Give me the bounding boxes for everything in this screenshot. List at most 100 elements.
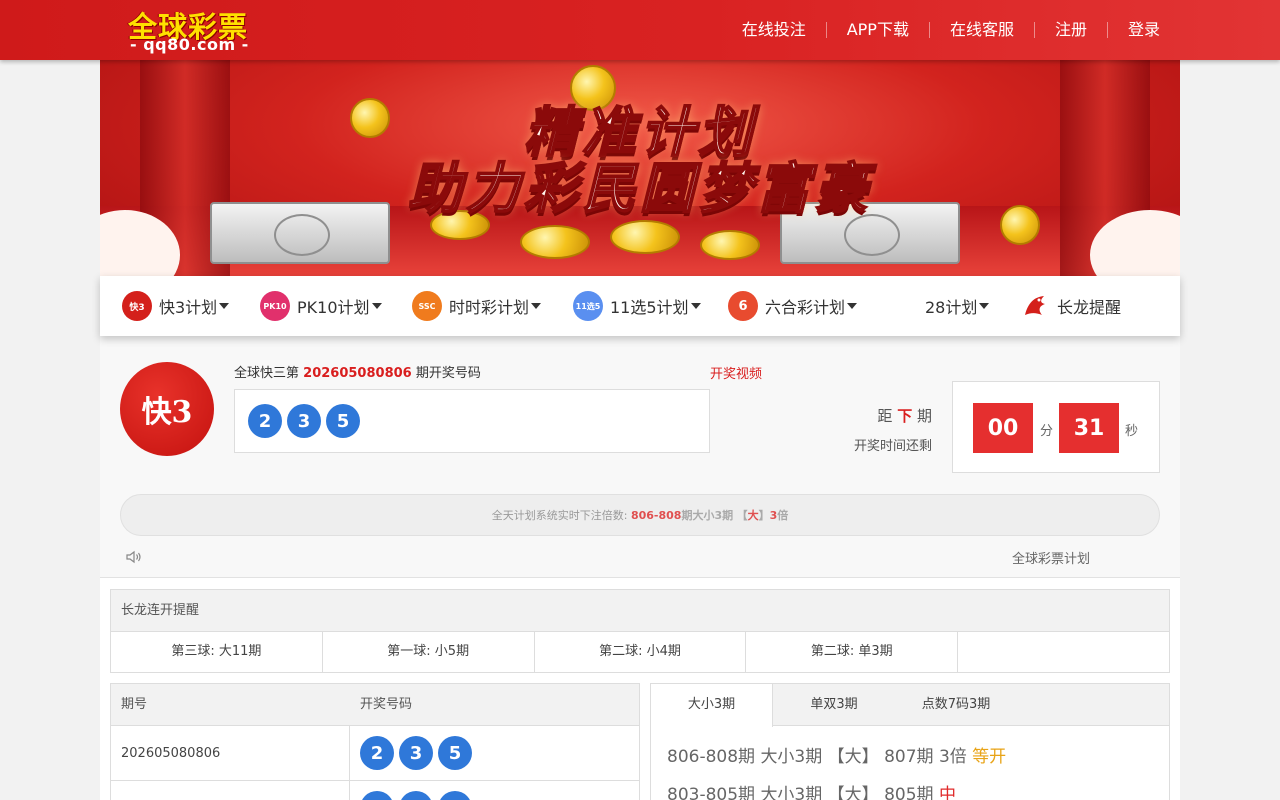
draw-period-number: 202605080806 [303, 366, 412, 381]
game-nav-dragon[interactable]: 长龙提醒 [1020, 276, 1121, 336]
nav-online-bet[interactable]: 在线投注 [722, 22, 826, 38]
game-nav-label: 28计划 [925, 298, 978, 317]
chevron-down-icon [847, 303, 858, 309]
plan-pick: 【大】 [827, 785, 879, 800]
tab-size-3[interactable]: 大小3期 [651, 684, 773, 727]
long-dragon-cell: 第三球: 大11期 [171, 644, 262, 659]
next-draw-mark: 下 [897, 407, 913, 425]
draw-title-prefix: 全球快三第 [234, 366, 300, 381]
history-ball: 5 [438, 736, 472, 770]
chevron-down-icon [531, 303, 542, 309]
table-header-period: 期号 [121, 697, 148, 712]
game-nav-28[interactable]: 28计划 [925, 276, 990, 336]
speaker-icon[interactable] [126, 549, 142, 564]
long-dragon-title: 长龙连开提醒 [111, 590, 1169, 632]
draw-panel: 快3 全球快三第 202605080806 期开奖号码 2 3 5 开奖视频 距… [100, 336, 1180, 578]
draw-history-table: 期号 开奖号码 202605080806 2 3 5 [110, 683, 640, 800]
nav-login[interactable]: 登录 [1106, 22, 1180, 38]
history-ball [399, 791, 433, 800]
notice-suffix: 倍 [777, 509, 789, 522]
next-draw-suffix: 期 [916, 407, 932, 425]
logo-domain: - qq80.com - [130, 35, 249, 54]
result-ball: 2 [248, 404, 282, 438]
plan-notice-bar: 全天计划系统实时下注倍数: 806-808期大小3期 【大】3倍 [120, 494, 1160, 536]
result-ball: 3 [287, 404, 321, 438]
draw-title: 全球快三第 202605080806 期开奖号码 [234, 362, 481, 381]
draw-result-box: 2 3 5 [234, 389, 710, 453]
tab-odd-even-3[interactable]: 单双3期 [781, 684, 887, 726]
chevron-down-icon [219, 303, 230, 309]
draw-title-suffix: 期开奖号码 [415, 366, 481, 381]
game-nav-label: 长龙提醒 [1057, 298, 1122, 317]
countdown-timer: 00 分 31 秒 [952, 381, 1160, 473]
countdown-seconds: 31 [1059, 403, 1119, 453]
long-dragon-cell: 第二球: 单3期 [745, 632, 957, 672]
banner-coin [610, 220, 680, 254]
game-nav-ssc[interactable]: SSC 时时彩计划 [412, 276, 542, 336]
plan-multiplier: 3倍 [938, 747, 967, 767]
11x5-icon: 11选5 [573, 291, 603, 321]
plan-current: 807期 [884, 747, 934, 767]
top-header: 全球彩票 - qq80.com - 在线投注 APP下载 在线客服 注册 登录 [0, 0, 1280, 60]
history-ball [360, 791, 394, 800]
plan-line: 806-808期 大小3期 【大】 807期 3倍 等开 [667, 742, 1006, 767]
plan-status: 中 [938, 785, 956, 800]
long-dragon-cell: 第一球: 小5期 [321, 632, 534, 672]
plan-status: 等开 [972, 747, 1007, 767]
next-draw-label: 距 下 期 [877, 405, 932, 426]
row-period: 202605080806 [121, 746, 221, 761]
countdown-seconds-unit: 秒 [1125, 424, 1139, 439]
pk10-icon: PK10 [260, 291, 290, 321]
long-dragon-cell [957, 632, 1169, 672]
game-nav-11x5[interactable]: 11选5 11选5计划 [573, 276, 701, 336]
history-ball [438, 791, 472, 800]
nav-online-service[interactable]: 在线客服 [928, 22, 1034, 38]
dragon-icon [1020, 291, 1050, 321]
notice-mid: 期大小3期 [681, 509, 734, 522]
result-ball: 5 [326, 404, 360, 438]
game-nav-label: 时时彩计划 [449, 298, 530, 317]
plan-source-label: 全球彩票计划 [1011, 552, 1090, 567]
history-ball: 3 [399, 736, 433, 770]
notice-bracket: 】 [758, 509, 770, 522]
plan-tabs-panel: 大小3期 单双3期 点数7码3期 806-808期 大小3期 【大】 807期 … [650, 683, 1170, 800]
plan-tabs: 大小3期 单双3期 点数7码3期 [651, 684, 1169, 727]
chevron-down-icon [371, 303, 382, 309]
long-dragon-cells: 第三球: 大11期 第一球: 小5期 第二球: 小4期 第二球: 单3期 [111, 632, 1169, 672]
game-plan-nav: 快3 快3计划 PK10 PK10计划 SSC 时时彩计划 11选5 11选5计… [100, 276, 1180, 336]
notice-pick: 大 [747, 509, 759, 522]
game-nav-label: 快3计划 [159, 298, 218, 317]
game-nav-label: 六合彩计划 [765, 298, 846, 317]
k3-logo-text: 快3 [141, 395, 193, 430]
nav-app-download[interactable]: APP下载 [825, 22, 929, 38]
countdown-minutes: 00 [973, 403, 1033, 453]
next-draw-prefix: 距 [877, 407, 893, 425]
game-nav-label: PK10计划 [297, 298, 370, 317]
game-nav-k3[interactable]: 快3 快3计划 [122, 276, 230, 336]
long-dragon-cell: 第二球: 小4期 [533, 632, 746, 672]
game-nav-label: 11选5计划 [610, 298, 689, 317]
top-nav: 在线投注 APP下载 在线客服 注册 登录 [722, 0, 1180, 60]
chevron-down-icon [690, 303, 701, 309]
content-column: 精准计划 助力彩民圆梦富豪 快3 快3计划 PK10 PK10计划 SSC 时时… [100, 60, 1180, 800]
k3-game-logo: 快3 [120, 362, 214, 456]
lhc-icon: 6 [728, 291, 758, 321]
ssc-icon: SSC [412, 291, 442, 321]
draw-video-link[interactable]: 开奖视频 [710, 363, 762, 382]
remain-time-label: 开奖时间还剩 [853, 439, 932, 454]
plan-kind: 大小3期 [760, 785, 823, 800]
plan-kind: 大小3期 [760, 747, 823, 767]
plan-pick: 【大】 [827, 747, 879, 767]
plan-range: 803-805期 [667, 785, 756, 800]
game-nav-lhc[interactable]: 6 六合彩计划 [728, 276, 858, 336]
banner-slogan-line2: 助力彩民圆梦富豪 [407, 155, 872, 221]
game-nav-pk10[interactable]: PK10 PK10计划 [260, 276, 382, 336]
nav-register[interactable]: 注册 [1033, 22, 1107, 38]
site-logo[interactable]: 全球彩票 - qq80.com - [128, 4, 258, 56]
tab-points-7-3[interactable]: 点数7码3期 [901, 684, 1011, 726]
plan-range: 806-808期 [667, 747, 756, 767]
table-header-numbers: 开奖号码 [360, 697, 413, 712]
notice-prefix: 全天计划系统实时下注倍数: [491, 509, 628, 522]
plan-current: 805期 [884, 785, 934, 800]
banner-coin [520, 225, 590, 259]
